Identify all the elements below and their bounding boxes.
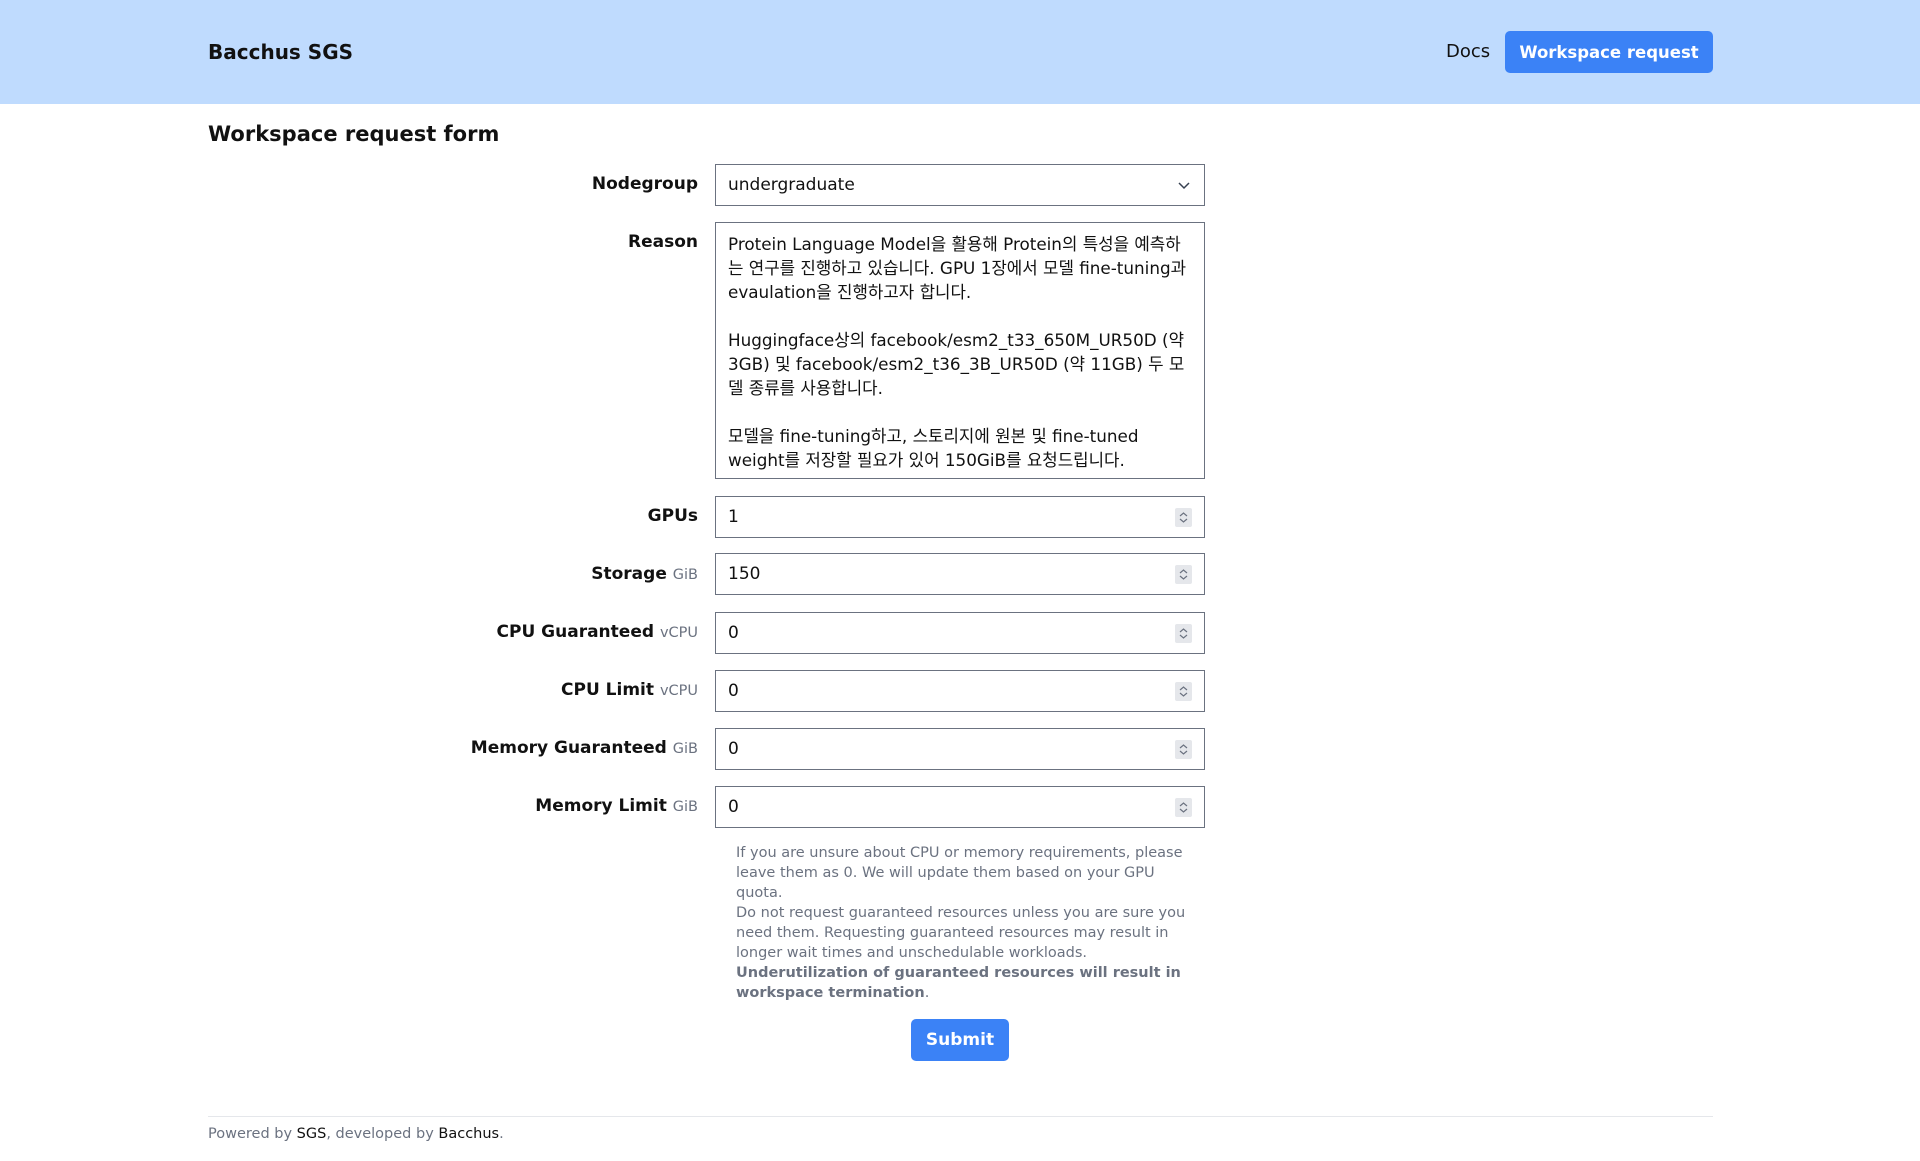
spinner-icon[interactable]: [1175, 798, 1192, 817]
cpu-guaranteed-input[interactable]: 0: [715, 612, 1205, 654]
gpus-label: GPUs: [647, 506, 698, 526]
memory-guaranteed-label: Memory Guaranteed GiB: [470, 738, 698, 758]
cpu-limit-input[interactable]: 0: [715, 670, 1205, 712]
storage-label: Storage GiB: [591, 564, 698, 584]
submit-button[interactable]: Submit: [911, 1019, 1009, 1061]
memory-limit-value: 0: [728, 797, 739, 817]
cpu-limit-label: CPU Limit vCPU: [561, 680, 698, 700]
reason-label: Reason: [628, 232, 698, 252]
cpu-guaranteed-value: 0: [728, 623, 739, 643]
workspace-request-button[interactable]: Workspace request: [1505, 31, 1713, 73]
hint-warning: Underutilization of guaranteed resources…: [736, 965, 1181, 1001]
footer: Powered by SGS, developed by Bacchus.: [208, 1126, 504, 1142]
chevron-down-icon: [1178, 182, 1190, 190]
resource-hint: If you are unsure about CPU or memory re…: [736, 843, 1196, 1003]
spinner-icon[interactable]: [1175, 624, 1192, 643]
memory-guaranteed-value: 0: [728, 739, 739, 759]
spinner-icon[interactable]: [1175, 565, 1192, 584]
footer-divider: [208, 1116, 1713, 1117]
sgs-link[interactable]: SGS: [297, 1126, 327, 1142]
hint-text: If you are unsure about CPU or memory re…: [736, 845, 1183, 901]
docs-link[interactable]: Docs: [1446, 38, 1490, 66]
memory-limit-input[interactable]: 0: [715, 786, 1205, 828]
cpu-guaranteed-label: CPU Guaranteed vCPU: [496, 622, 698, 642]
spinner-icon[interactable]: [1175, 740, 1192, 759]
nodegroup-select[interactable]: undergraduate: [715, 164, 1205, 206]
storage-value: 150: [728, 564, 761, 584]
bacchus-link[interactable]: Bacchus: [438, 1126, 499, 1142]
hint-text: Do not request guaranteed resources unle…: [736, 905, 1186, 961]
nodegroup-label: Nodegroup: [591, 174, 698, 194]
reason-textarea[interactable]: Protein Language Model을 활용해 Protein의 특성을…: [715, 222, 1205, 479]
gpus-value: 1: [728, 507, 739, 527]
top-navbar: Bacchus SGS Docs Workspace request: [0, 0, 1920, 104]
nodegroup-value: undergraduate: [728, 175, 855, 195]
spinner-icon[interactable]: [1175, 682, 1192, 701]
memory-guaranteed-input[interactable]: 0: [715, 728, 1205, 770]
spinner-icon[interactable]: [1175, 508, 1192, 527]
memory-limit-label: Memory Limit GiB: [535, 796, 698, 816]
brand-logo-text[interactable]: Bacchus SGS: [208, 38, 353, 66]
cpu-limit-value: 0: [728, 681, 739, 701]
storage-input[interactable]: 150: [715, 553, 1205, 595]
page-title: Workspace request form: [208, 122, 500, 146]
gpus-input[interactable]: 1: [715, 496, 1205, 538]
